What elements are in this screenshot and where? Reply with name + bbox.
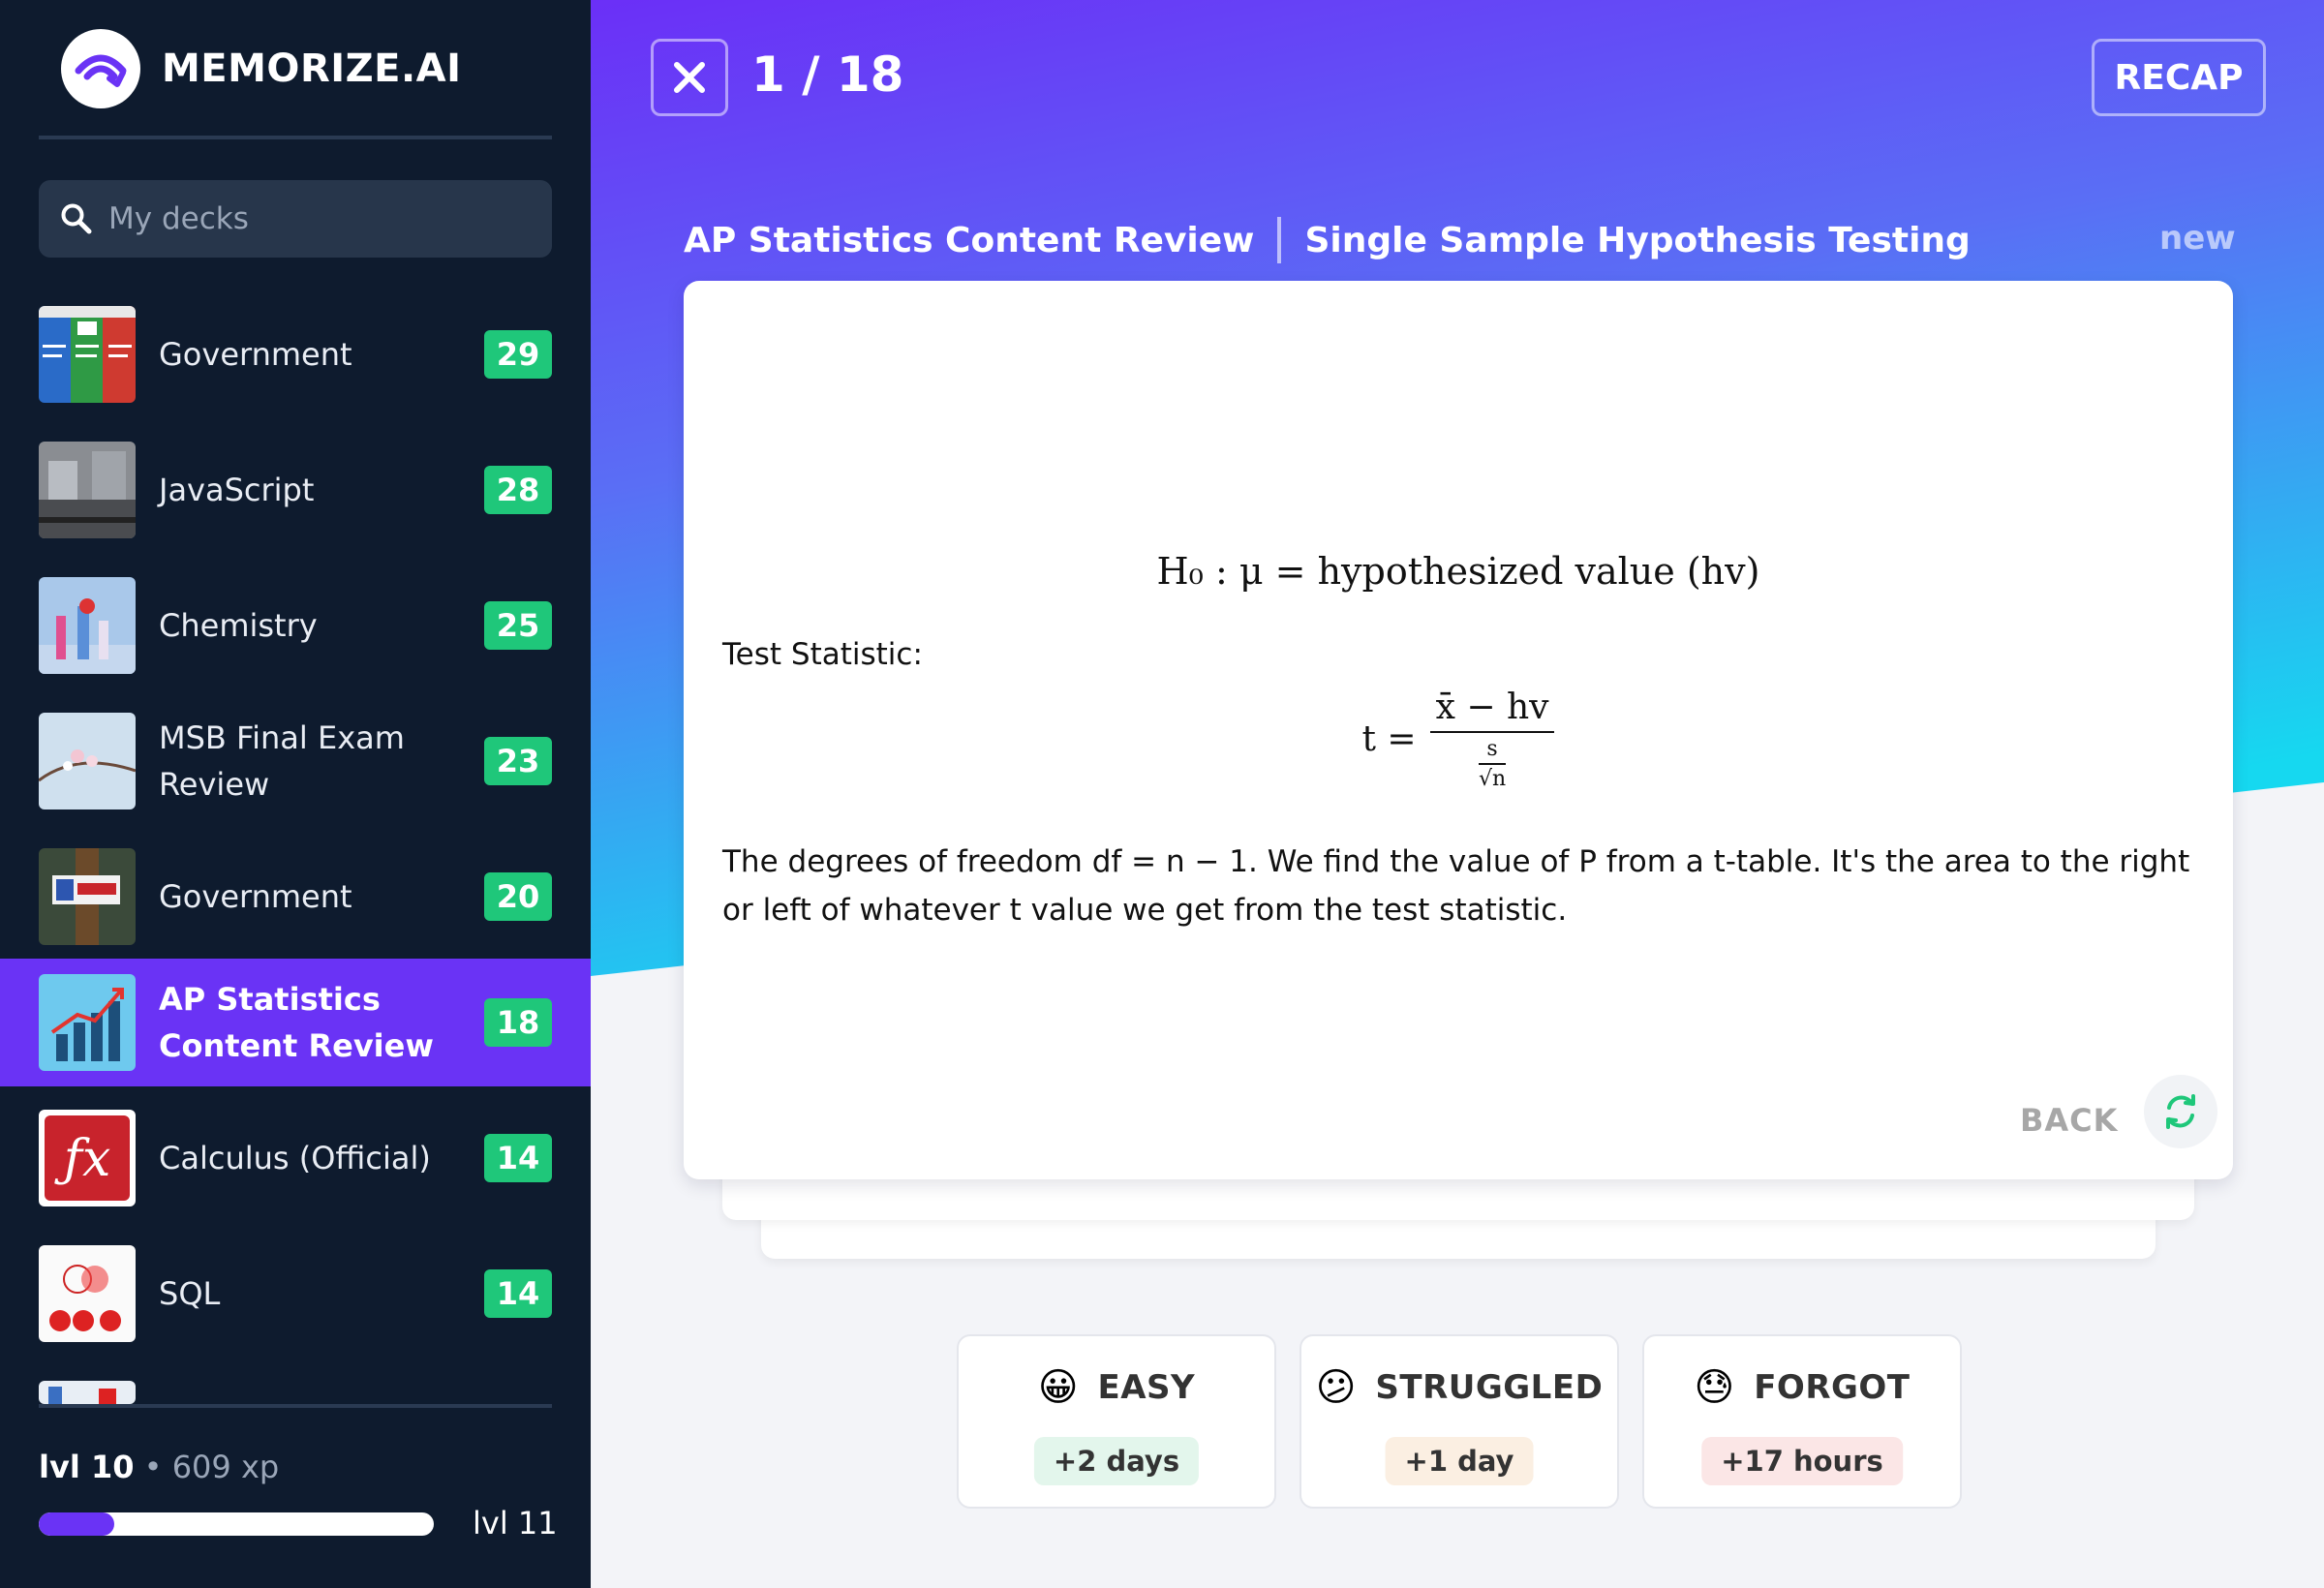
next-level: lvl 11 [473, 1505, 558, 1542]
deck-item-government[interactable]: Government 29 [0, 290, 591, 418]
deck-name: MSB Final Exam Review [159, 719, 405, 803]
deck-item-msb-final-exam-review[interactable]: MSB Final Exam Review 23 [0, 697, 591, 825]
card-progress: 1 / 18 [751, 46, 904, 103]
deck-thumbnail: ƒx [39, 1110, 136, 1206]
deck-count-badge: 18 [484, 998, 552, 1047]
card-explanation: The degrees of freedom df = n − 1. We fi… [722, 844, 2190, 928]
test-statistic-label: Test Statistic: [722, 637, 923, 672]
level-summary: lvl 10 • 609 xp [39, 1449, 279, 1485]
deck-name: Government [159, 336, 352, 373]
flashcard[interactable]: H₀ : μ = hypothesized value (hv) Test St… [684, 281, 2233, 1179]
deck-item-chemistry[interactable]: Chemistry 25 [0, 562, 591, 689]
flip-card-button[interactable] [2144, 1075, 2217, 1148]
formula-den-sqrt: √n [1478, 767, 1507, 791]
deck-thumbnail [39, 306, 136, 403]
breadcrumb-separator [1277, 217, 1282, 263]
deck-count-badge: 29 [484, 330, 552, 379]
formula-den-s: s [1486, 737, 1498, 761]
sidebar: MEMORIZE.AI My decks Government 29 JavaS… [0, 0, 591, 1588]
deck-item-government-2[interactable]: Government 20 [0, 833, 591, 961]
memorize-logo-icon [61, 29, 140, 108]
deck-count-badge: 23 [484, 737, 552, 785]
deck-item-calculus[interactable]: ƒx Calculus (Official) 14 [0, 1094, 591, 1222]
brand-name: MEMORIZE.AI [162, 46, 462, 91]
sweat-face-icon: 😓 [1694, 1365, 1735, 1410]
deck-item-javascript[interactable]: JavaScript 28 [0, 426, 591, 554]
deck-name: AP Statistics Content Review [159, 981, 434, 1064]
deck-thumbnail [39, 442, 136, 538]
rate-label: EASY [1097, 1368, 1196, 1407]
search-placeholder: My decks [108, 201, 249, 236]
deck-thumbnail [39, 848, 136, 945]
divider [39, 136, 552, 139]
null-hypothesis-equation: H₀ : μ = hypothesized value (hv) [1156, 550, 1760, 593]
brand[interactable]: MEMORIZE.AI [61, 29, 461, 108]
study-area: 1 / 18 RECAP AP Statistics Content Revie… [591, 0, 2324, 1588]
close-session-button[interactable] [651, 39, 728, 116]
breadcrumb-deck[interactable]: AP Statistics Content Review [684, 221, 1254, 260]
deck-count-badge: 14 [484, 1269, 552, 1318]
deck-thumbnail [39, 1245, 136, 1342]
deck-thumbnail [39, 577, 136, 674]
deck-count-badge: 25 [484, 601, 552, 650]
deck-item-ap-statistics[interactable]: AP Statistics Content Review 18 [0, 959, 591, 1086]
level-separator: • [143, 1449, 163, 1485]
rate-forgot-button[interactable]: 😓 FORGOT +17 hours [1642, 1334, 1962, 1509]
breadcrumb-topic: Single Sample Hypothesis Testing [1304, 220, 1971, 260]
card-status-badge: new [2159, 219, 2236, 258]
confused-face-icon: 😕 [1315, 1365, 1357, 1410]
t-statistic-formula: t = x̄ − hv s √n [684, 687, 2233, 791]
deck-name: SQL [159, 1275, 221, 1312]
deck-thumbnail [39, 974, 136, 1071]
deck-item-sql[interactable]: SQL 14 [0, 1230, 591, 1358]
deck-thumbnail [39, 713, 136, 809]
divider [39, 1404, 552, 1408]
rate-label: FORGOT [1754, 1368, 1911, 1407]
xp-progress-fill [39, 1512, 114, 1536]
deck-thumbnail-partial [39, 1381, 136, 1404]
xp-progress-bar [39, 1512, 434, 1536]
recap-button[interactable]: RECAP [2092, 39, 2266, 116]
deck-name: Government [159, 878, 352, 915]
deck-count-badge: 28 [484, 466, 552, 514]
rate-struggled-button[interactable]: 😕 STRUGGLED +1 day [1300, 1334, 1619, 1509]
back-label[interactable]: BACK [2020, 1102, 2118, 1139]
search-icon [61, 203, 92, 234]
close-icon [674, 62, 705, 93]
deck-search-input[interactable]: My decks [39, 180, 552, 258]
rate-easy-button[interactable]: 😀 EASY +2 days [957, 1334, 1276, 1509]
breadcrumb: AP Statistics Content Review Single Samp… [684, 217, 1971, 263]
formula-lhs: t = [1361, 719, 1417, 759]
current-level: lvl 10 [39, 1449, 135, 1485]
deck-name: Calculus (Official) [159, 1140, 431, 1176]
deck-count-badge: 20 [484, 872, 552, 921]
deck-count-badge: 14 [484, 1134, 552, 1182]
interval-pill: +2 days [1033, 1437, 1200, 1485]
rate-label: STRUGGLED [1375, 1368, 1604, 1407]
grinning-face-icon: 😀 [1037, 1365, 1079, 1410]
interval-pill: +17 hours [1701, 1437, 1903, 1485]
deck-name: JavaScript [159, 472, 315, 508]
interval-pill: +1 day [1385, 1437, 1534, 1485]
refresh-icon [2166, 1094, 2195, 1129]
xp-amount: 609 xp [171, 1449, 280, 1485]
formula-numerator: x̄ − hv [1435, 687, 1549, 727]
deck-name: Chemistry [159, 607, 318, 644]
